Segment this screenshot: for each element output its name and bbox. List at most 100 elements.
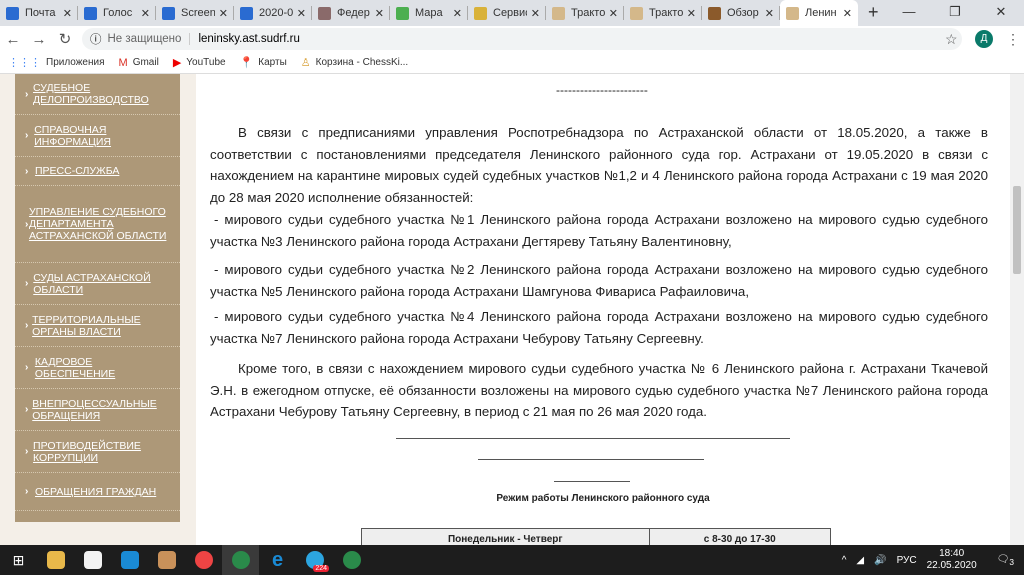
close-tab-icon[interactable]: ✕	[765, 7, 774, 20]
sidebar-item[interactable]: › СПРАВОЧНАЯ ИНФОРМАЦИЯ	[15, 115, 180, 157]
close-tab-icon[interactable]: ✕	[63, 7, 72, 20]
close-tab-icon[interactable]: ✕	[141, 7, 150, 20]
sidebar-menu: › СУДЕБНОЕ ДЕЛОПРОИЗВОДСТВО › СПРАВОЧНАЯ ИН…	[15, 74, 180, 522]
taskbar-chrome-profile-d[interactable]	[222, 545, 259, 575]
bookmark-item[interactable]: ▶ YouTube	[173, 56, 226, 69]
tab-title: Почта	[25, 7, 56, 19]
bookmark-item[interactable]: ⋮⋮⋮ Приложения	[8, 56, 105, 69]
close-tab-icon[interactable]: ✕	[297, 7, 306, 20]
url-text: leninsky.ast.sudrf.ru	[198, 33, 300, 45]
tab-favicon-icon	[708, 6, 721, 20]
browser-menu-icon[interactable]: ⋮	[1006, 31, 1020, 48]
chevron-right-icon: ›	[25, 446, 29, 457]
url-input[interactable]: ⓘ Не защищено leninsky.ast.sudrf.ru	[82, 28, 962, 50]
date: 22.05.2020	[926, 560, 977, 571]
tab[interactable]: Почта ✕	[0, 0, 78, 26]
chrome-profile-icon	[342, 551, 361, 569]
bookmark-item[interactable]: 📍 Карты	[240, 56, 287, 69]
tab[interactable]: Screen ✕	[156, 0, 234, 26]
sidebar-item[interactable]: › СУДЫ АСТРАХАНСКОЙ ОБЛАСТИ	[15, 263, 180, 305]
taskbar-chrome-profile-p[interactable]	[333, 545, 370, 575]
schedule-table: Понедельник - Четверг с 8-30 до 17-30	[361, 528, 832, 545]
sidebar-item[interactable]: › УПРАВЛЕНИЕ СУДЕБНОГО ДЕПАРТАМЕНТА АСТРА…	[15, 186, 180, 263]
sidebar-item[interactable]: › ВНЕПРОЦЕССУАЛЬНЫЕ ОБРАЩЕНИЯ	[15, 389, 180, 431]
minimize-button[interactable]: —	[886, 0, 932, 24]
close-tab-icon[interactable]: ✕	[375, 7, 384, 20]
bookmark-item[interactable]: M Gmail	[119, 57, 159, 69]
profile-avatar[interactable]: Д	[975, 30, 993, 48]
taskbar-chrome[interactable]	[185, 545, 222, 575]
bookmark-label: Gmail	[132, 57, 159, 68]
chrome-icon	[194, 551, 213, 569]
paragraph-intro: В связи с предписаниями управления Роспо…	[210, 125, 988, 205]
language-indicator[interactable]: РУС	[897, 555, 917, 566]
start-button[interactable]: ⊞	[0, 545, 37, 575]
tab-favicon-icon	[630, 6, 643, 20]
sidebar-item-label: СУДЕБНОЕ ДЕЛОПРОИЗВОДСТВО	[33, 82, 149, 106]
tab-favicon-icon	[240, 6, 253, 20]
tab[interactable]: Тракто ✕	[624, 0, 702, 26]
telegram-badge: 224	[313, 565, 329, 572]
divider	[478, 459, 704, 460]
bookmark-star-icon[interactable]: ☆	[945, 31, 958, 48]
close-tab-icon[interactable]: ✕	[843, 7, 852, 20]
taskbar-mail[interactable]	[111, 545, 148, 575]
tab[interactable]: Голос ✕	[78, 0, 156, 26]
taskbar-telegram[interactable]: 224	[296, 545, 333, 575]
sidebar-item[interactable]: › ОБРАЩЕНИЯ ГРАЖДАН	[15, 473, 180, 511]
taskbar-edge[interactable]: e	[259, 545, 296, 575]
separator: -----------------------	[556, 83, 648, 97]
taskbar-store[interactable]	[74, 545, 111, 575]
chevron-right-icon: ›	[25, 362, 29, 373]
tab-title: Screen	[181, 7, 215, 19]
reload-button[interactable]: ↻	[52, 30, 78, 48]
store-icon	[83, 551, 102, 569]
wifi-icon[interactable]: ◢	[856, 555, 864, 566]
forward-button[interactable]: →	[26, 31, 52, 48]
volume-icon[interactable]: 🔊	[874, 555, 886, 566]
bookmark-label: Карты	[258, 57, 287, 68]
notifications-icon[interactable]: 🗨3	[997, 554, 1014, 567]
bookmark-item[interactable]: ♙ Корзина - ChessKi...	[301, 56, 408, 69]
close-tab-icon[interactable]: ✕	[453, 7, 462, 20]
tab-title: Сервис	[493, 7, 527, 19]
tab[interactable]: Ленин ✕	[780, 0, 858, 26]
tab[interactable]: Мара ✕	[390, 0, 468, 26]
sidebar-item[interactable]: › ПРЕСС-СЛУЖБА	[15, 157, 180, 186]
sidebar-item[interactable]: › СУДЕБНОЕ ДЕЛОПРОИЗВОДСТВО	[15, 74, 180, 115]
chevron-right-icon: ›	[25, 404, 29, 415]
tab[interactable]: Тракто ✕	[546, 0, 624, 26]
sidebar-item[interactable]: › ТЕРРИТОРИАЛЬНЫЕ ОРГАНЫ ВЛАСТИ	[15, 305, 180, 347]
close-window-button[interactable]: ✕	[978, 0, 1024, 24]
chevron-right-icon: ›	[25, 486, 29, 497]
tab[interactable]: Сервис ✕	[468, 0, 546, 26]
system-tray: ^ ◢ 🔊 РУС 18:40 22.05.2020 🗨3	[842, 545, 1024, 575]
close-tab-icon[interactable]: ✕	[609, 7, 618, 20]
tab[interactable]: 2020-0 ✕	[234, 0, 312, 26]
close-tab-icon[interactable]: ✕	[531, 7, 540, 20]
sidebar-item[interactable]: › КАДРОВОЕ ОБЕСПЕЧЕНИЕ	[15, 347, 180, 389]
clock[interactable]: 18:40 22.05.2020	[927, 548, 977, 572]
tab[interactable]: Обзор ✕	[702, 0, 780, 26]
sidebar-item-label: ПРЕСС-СЛУЖБА	[35, 165, 120, 177]
info-icon[interactable]: ⓘ	[90, 31, 102, 47]
scrollbar-thumb[interactable]	[1013, 186, 1021, 274]
chevron-up-icon[interactable]: ^	[842, 555, 847, 566]
taskbar-explorer[interactable]	[37, 545, 74, 575]
scrollbar[interactable]	[1010, 74, 1024, 545]
tab-favicon-icon	[162, 6, 175, 20]
tab[interactable]: Федер ✕	[312, 0, 390, 26]
new-tab-button[interactable]: +	[868, 0, 879, 26]
back-button[interactable]: ←	[0, 31, 26, 48]
sidebar-item-label: ОБРАЩЕНИЯ ГРАЖДАН	[35, 485, 157, 498]
close-tab-icon[interactable]: ✕	[219, 7, 228, 20]
close-tab-icon[interactable]: ✕	[687, 7, 696, 20]
sidebar-item[interactable]: › ПРОТИВОДЕЙСТВИЕ КОРРУПЦИИ	[15, 431, 180, 473]
chevron-right-icon: ›	[25, 88, 29, 100]
tab-title: Обзор	[727, 7, 759, 19]
taskbar-media[interactable]	[148, 545, 185, 575]
sidebar-item-label: КАДРОВОЕ ОБЕСПЕЧЕНИЕ	[34, 355, 116, 380]
maximize-button[interactable]: ❐	[932, 0, 978, 24]
sidebar-item-label: СУДЫ АСТРАХАНСКОЙ ОБЛАСТИ	[33, 271, 151, 296]
divider	[554, 481, 630, 482]
